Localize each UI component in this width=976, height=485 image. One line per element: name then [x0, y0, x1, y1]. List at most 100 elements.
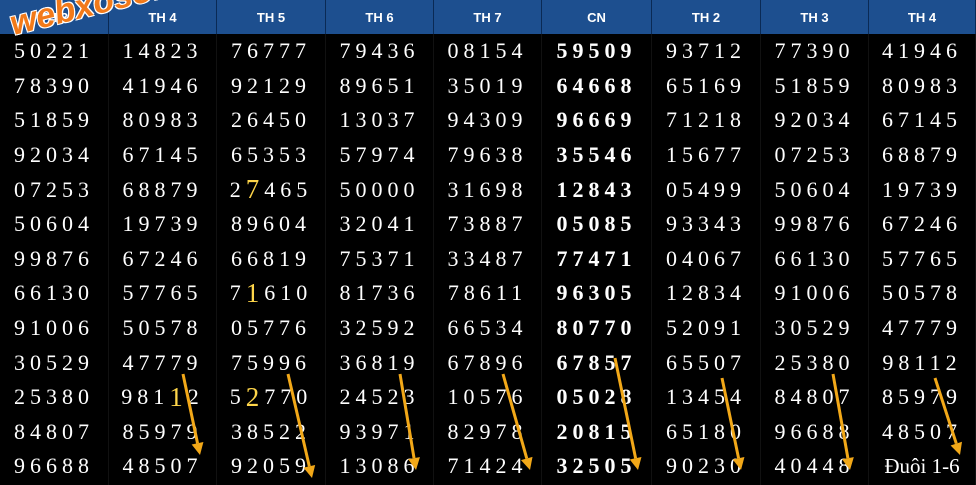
- result-number: 25380: [774, 349, 855, 375]
- result-number: 81736: [339, 280, 420, 306]
- result-number: 13454: [666, 384, 746, 410]
- result-number: 04067: [666, 245, 746, 271]
- result-number: 93343: [666, 211, 746, 237]
- result-number: 67857: [556, 349, 637, 375]
- result-column-5: 08154 35019 94309 79638 31698 73887 33487 78611…: [434, 34, 542, 485]
- result-number: 10576: [447, 384, 528, 410]
- result-number: 67246: [122, 245, 203, 271]
- result-number: 98112: [121, 381, 204, 412]
- result-number: 07253: [14, 176, 94, 202]
- result-number: 67145: [122, 142, 203, 168]
- result-number: Đuôi 1-6: [884, 453, 960, 478]
- result-number: 80770: [556, 315, 637, 341]
- result-number: 05085: [556, 211, 637, 237]
- result-number: 99876: [14, 245, 94, 271]
- result-number: 93971: [339, 418, 420, 444]
- result-number: 80983: [122, 107, 203, 133]
- result-number: 33487: [447, 245, 528, 271]
- result-number: 68879: [882, 142, 962, 168]
- result-number: 91006: [14, 315, 94, 341]
- result-number: 50604: [774, 176, 855, 202]
- result-number: 36819: [339, 349, 420, 375]
- result-number: 75371: [339, 245, 420, 271]
- result-number: 32592: [339, 315, 420, 341]
- result-column-8: 77390 51859 92034 07253 50604 99876 66130 91006…: [761, 34, 869, 485]
- result-number: 50604: [14, 211, 94, 237]
- result-number: 92059: [231, 453, 311, 479]
- result-number: 79638: [447, 142, 528, 168]
- result-number: 78611: [447, 280, 528, 306]
- result-number: 25380: [14, 384, 94, 410]
- result-number: 51859: [774, 72, 855, 98]
- result-number: 73887: [447, 211, 528, 237]
- result-number: 50578: [882, 280, 962, 306]
- result-number: 96305: [556, 280, 637, 306]
- day-header-6: CN: [542, 0, 652, 34]
- result-number: 51859: [14, 107, 94, 133]
- highlight-digit: 1: [169, 381, 188, 412]
- results-grid: 50221 78390 51859 92034 07253 50604 99876 66130…: [0, 34, 976, 485]
- result-column-3: 76777 92129 26450 65353 2 7 4 6 5 89604 66819 7 1 6 1 0…: [217, 34, 326, 485]
- result-number: 92034: [774, 107, 855, 133]
- result-number: 14823: [122, 38, 203, 64]
- result-number: 65169: [666, 72, 746, 98]
- result-number: 13086: [339, 453, 420, 479]
- highlight-digit: 7: [245, 174, 265, 205]
- result-number: 38522: [231, 418, 311, 444]
- result-number: 07253: [774, 142, 855, 168]
- result-number: 35019: [447, 72, 528, 98]
- result-number: 84807: [774, 384, 855, 410]
- result-number: 48507: [882, 418, 962, 444]
- result-number: 96669: [556, 107, 637, 133]
- result-number: 79436: [339, 38, 420, 64]
- result-number: 48507: [122, 453, 203, 479]
- result-number: 05028: [556, 384, 637, 410]
- result-number: 66130: [774, 245, 855, 271]
- result-column-1: 50221 78390 51859 92034 07253 50604 99876 66130…: [0, 34, 109, 485]
- result-number: 65507: [666, 349, 746, 375]
- result-number: 13037: [339, 107, 420, 133]
- result-number: 19739: [882, 176, 962, 202]
- result-number: 41946: [882, 38, 962, 64]
- result-number: 52770: [229, 381, 313, 412]
- highlight-digit: 2: [245, 381, 265, 412]
- result-number: 47779: [882, 315, 962, 341]
- result-number: 57765: [882, 245, 962, 271]
- result-number: 66819: [231, 245, 311, 271]
- result-number: 40448: [774, 453, 855, 479]
- result-number: 20815: [556, 418, 637, 444]
- result-number: 57974: [339, 142, 420, 168]
- result-number: 68879: [122, 176, 203, 202]
- day-header-5: TH 7: [434, 0, 542, 34]
- result-number: 19739: [122, 211, 203, 237]
- highlight-digit: 1: [245, 277, 265, 308]
- result-column-2: 14823 41946 80983 67145 68879 19739 67246 57765…: [109, 34, 217, 485]
- result-number: 47779: [122, 349, 203, 375]
- result-number: 90230: [666, 453, 746, 479]
- result-number: 32505: [556, 453, 637, 479]
- result-number: 50578: [122, 315, 203, 341]
- result-number: 98112: [882, 349, 962, 375]
- result-number: 32041: [339, 211, 420, 237]
- result-number: 94309: [447, 107, 528, 133]
- day-header-9: TH 4: [869, 0, 976, 34]
- result-number: 12834: [666, 280, 746, 306]
- result-column-7: 93712 65169 71218 15677 05499 93343 04067 12834…: [652, 34, 761, 485]
- result-number: 99876: [774, 211, 855, 237]
- result-number: 89651: [339, 72, 420, 98]
- result-number: 85979: [882, 384, 962, 410]
- result-column-4: 79436 89651 13037 57974 50000 32041 75371 81736…: [326, 34, 434, 485]
- result-number: 96688: [14, 453, 94, 479]
- result-number: 91006: [774, 280, 855, 306]
- result-number: 93712: [666, 38, 746, 64]
- results-board: TH 3 TH 4 TH 5 TH 6 TH 7 CN TH 2 TH 3 TH 4 50221…: [0, 0, 976, 485]
- result-number: 76777: [231, 38, 311, 64]
- result-number: 65353: [231, 142, 311, 168]
- result-column-9: 41946 80983 67145 68879 19739 67246 57765 50578…: [869, 34, 976, 485]
- day-header-7: TH 2: [652, 0, 761, 34]
- result-number: 84807: [14, 418, 94, 444]
- result-number: 52091: [666, 315, 746, 341]
- result-number: 67246: [882, 211, 962, 237]
- result-number: 57765: [122, 280, 203, 306]
- result-number: 92034: [14, 142, 94, 168]
